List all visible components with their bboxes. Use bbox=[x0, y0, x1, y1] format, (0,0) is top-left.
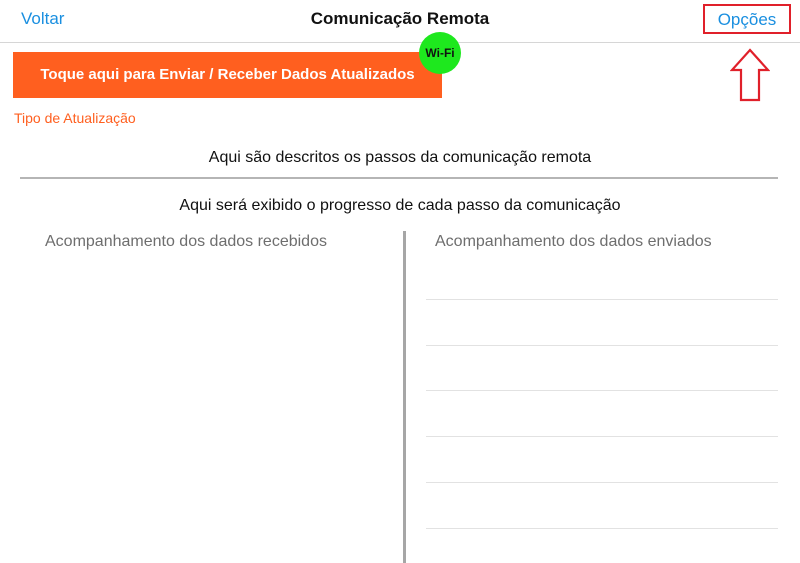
communication-steps-text: Aqui são descritos os passos da comunica… bbox=[208, 149, 592, 166]
list-item bbox=[426, 300, 778, 346]
wifi-status-badge: Wi-Fi bbox=[419, 32, 461, 74]
list-item bbox=[426, 391, 778, 438]
received-data-header: Acompanhamento dos dados recebidos bbox=[45, 233, 327, 250]
navigation-bar: Voltar Comunicação Remota Opções bbox=[0, 0, 800, 43]
sent-data-header: Acompanhamento dos dados enviados bbox=[435, 233, 712, 250]
list-item bbox=[426, 483, 778, 529]
update-type-link[interactable]: Tipo de Atualização bbox=[14, 110, 136, 126]
sent-data-list[interactable] bbox=[426, 254, 778, 529]
section-divider bbox=[20, 177, 778, 179]
list-item bbox=[426, 437, 778, 483]
options-button[interactable]: Opções bbox=[703, 4, 791, 34]
send-receive-button[interactable]: Toque aqui para Enviar / Receber Dados A… bbox=[13, 52, 442, 98]
list-item bbox=[426, 346, 778, 392]
column-separator bbox=[403, 231, 406, 563]
arrow-up-outline-icon bbox=[730, 48, 770, 102]
back-button[interactable]: Voltar bbox=[21, 9, 64, 29]
list-item bbox=[426, 254, 778, 300]
communication-progress-text: Aqui será exibido o progresso de cada pa… bbox=[179, 197, 621, 214]
page-title: Comunicação Remota bbox=[310, 9, 490, 28]
remote-communication-screen: Voltar Comunicação Remota Opções Toque a… bbox=[0, 0, 800, 563]
